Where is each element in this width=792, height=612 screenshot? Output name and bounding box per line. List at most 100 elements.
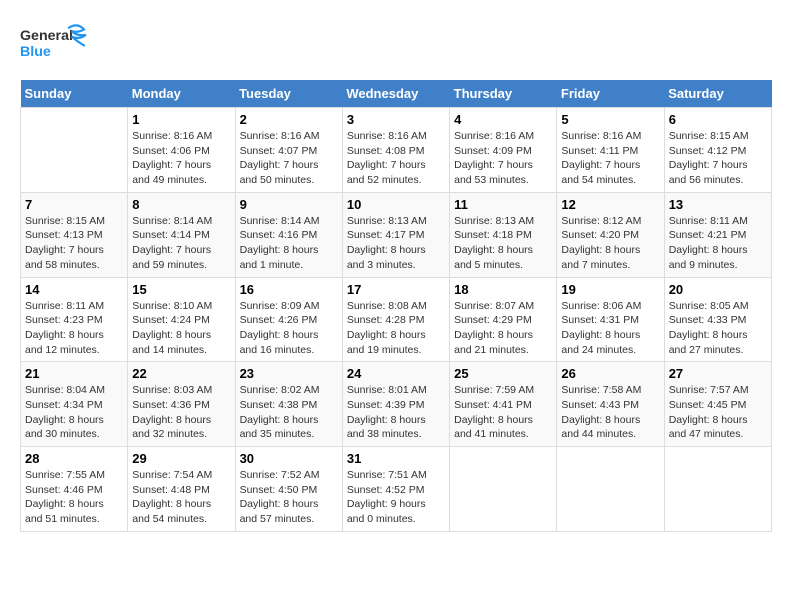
- calendar-cell: 10 Sunrise: 8:13 AMSunset: 4:17 PMDayligh…: [342, 192, 449, 277]
- calendar-cell: 23Sunrise: 8:02 AMSunset: 4:38 PMDayligh…: [235, 362, 342, 447]
- week-row-3: 14 Sunrise: 8:11 AMSunset: 4:23 PMDayligh…: [21, 277, 772, 362]
- day-number: 31: [347, 451, 445, 466]
- day-info: Sunrise: 8:13 AMSunset: 4:18 PMDaylight:…: [454, 214, 552, 273]
- day-info: Sunrise: 8:14 AMSunset: 4:14 PMDaylight:…: [132, 214, 230, 273]
- calendar-header: SundayMondayTuesdayWednesdayThursdayFrid…: [21, 80, 772, 108]
- day-number: 4: [454, 112, 552, 127]
- calendar-cell: 30 Sunrise: 7:52 AMSunset: 4:50 PMDayligh…: [235, 447, 342, 532]
- day-info: Sunrise: 8:06 AMSunset: 4:31 PMDaylight:…: [561, 299, 659, 358]
- day-number: 23: [240, 366, 338, 381]
- day-number: 15: [132, 282, 230, 297]
- calendar-cell: 4Sunrise: 8:16 AMSunset: 4:09 PMDaylight…: [450, 108, 557, 193]
- day-info: Sunrise: 7:57 AMSunset: 4:45 PMDaylight:…: [669, 383, 767, 442]
- day-info: Sunrise: 8:11 AMSunset: 4:23 PMDaylight:…: [25, 299, 123, 358]
- day-info: Sunrise: 8:13 AMSunset: 4:17 PMDaylight:…: [347, 214, 445, 273]
- column-header-sunday: Sunday: [21, 80, 128, 108]
- calendar-table: SundayMondayTuesdayWednesdayThursdayFrid…: [20, 80, 772, 532]
- day-info: Sunrise: 8:10 AMSunset: 4:24 PMDaylight:…: [132, 299, 230, 358]
- calendar-cell: 21 Sunrise: 8:04 AMSunset: 4:34 PMDayligh…: [21, 362, 128, 447]
- day-number: 16: [240, 282, 338, 297]
- week-row-5: 28 Sunrise: 7:55 AMSunset: 4:46 PMDayligh…: [21, 447, 772, 532]
- calendar-cell: 5 Sunrise: 8:16 AMSunset: 4:11 PMDaylight…: [557, 108, 664, 193]
- day-info: Sunrise: 8:04 AMSunset: 4:34 PMDaylight:…: [25, 383, 123, 442]
- day-number: 3: [347, 112, 445, 127]
- column-header-friday: Friday: [557, 80, 664, 108]
- calendar-cell: [450, 447, 557, 532]
- day-number: 17: [347, 282, 445, 297]
- calendar-cell: 25 Sunrise: 7:59 AMSunset: 4:41 PMDayligh…: [450, 362, 557, 447]
- day-info: Sunrise: 8:15 AMSunset: 4:13 PMDaylight:…: [25, 214, 123, 273]
- calendar-cell: 6Sunrise: 8:15 AMSunset: 4:12 PMDaylight…: [664, 108, 771, 193]
- svg-text:Blue: Blue: [20, 44, 51, 60]
- day-number: 9: [240, 197, 338, 212]
- calendar-cell: 17 Sunrise: 8:08 AMSunset: 4:28 PMDayligh…: [342, 277, 449, 362]
- calendar-cell: 15 Sunrise: 8:10 AMSunset: 4:24 PMDayligh…: [128, 277, 235, 362]
- week-row-2: 7 Sunrise: 8:15 AMSunset: 4:13 PMDaylight…: [21, 192, 772, 277]
- day-number: 25: [454, 366, 552, 381]
- logo: General Blue: [20, 20, 100, 70]
- day-number: 7: [25, 197, 123, 212]
- calendar-cell: 18Sunrise: 8:07 AMSunset: 4:29 PMDayligh…: [450, 277, 557, 362]
- calendar-cell: 28 Sunrise: 7:55 AMSunset: 4:46 PMDayligh…: [21, 447, 128, 532]
- day-info: Sunrise: 7:59 AMSunset: 4:41 PMDaylight:…: [454, 383, 552, 442]
- day-number: 2: [240, 112, 338, 127]
- calendar-body: 1Sunrise: 8:16 AMSunset: 4:06 PMDaylight…: [21, 108, 772, 532]
- calendar-cell: 26Sunrise: 7:58 AMSunset: 4:43 PMDayligh…: [557, 362, 664, 447]
- calendar-cell: [21, 108, 128, 193]
- day-number: 28: [25, 451, 123, 466]
- calendar-cell: 16 Sunrise: 8:09 AMSunset: 4:26 PMDayligh…: [235, 277, 342, 362]
- day-number: 19: [561, 282, 659, 297]
- calendar-cell: 2 Sunrise: 8:16 AMSunset: 4:07 PMDaylight…: [235, 108, 342, 193]
- day-number: 30: [240, 451, 338, 466]
- calendar-cell: 19 Sunrise: 8:06 AMSunset: 4:31 PMDayligh…: [557, 277, 664, 362]
- calendar-cell: 24 Sunrise: 8:01 AMSunset: 4:39 PMDayligh…: [342, 362, 449, 447]
- calendar-cell: [557, 447, 664, 532]
- column-header-monday: Monday: [128, 80, 235, 108]
- day-number: 12: [561, 197, 659, 212]
- calendar-cell: 27Sunrise: 7:57 AMSunset: 4:45 PMDayligh…: [664, 362, 771, 447]
- day-number: 22: [132, 366, 230, 381]
- calendar-cell: 11 Sunrise: 8:13 AMSunset: 4:18 PMDayligh…: [450, 192, 557, 277]
- day-number: 21: [25, 366, 123, 381]
- day-number: 11: [454, 197, 552, 212]
- day-info: Sunrise: 8:12 AMSunset: 4:20 PMDaylight:…: [561, 214, 659, 273]
- day-info: Sunrise: 8:08 AMSunset: 4:28 PMDaylight:…: [347, 299, 445, 358]
- calendar-cell: 20 Sunrise: 8:05 AMSunset: 4:33 PMDayligh…: [664, 277, 771, 362]
- calendar-cell: [664, 447, 771, 532]
- week-row-1: 1Sunrise: 8:16 AMSunset: 4:06 PMDaylight…: [21, 108, 772, 193]
- day-info: Sunrise: 8:16 AMSunset: 4:07 PMDaylight:…: [240, 129, 338, 188]
- day-number: 29: [132, 451, 230, 466]
- calendar-cell: 22Sunrise: 8:03 AMSunset: 4:36 PMDayligh…: [128, 362, 235, 447]
- day-info: Sunrise: 8:11 AMSunset: 4:21 PMDaylight:…: [669, 214, 767, 273]
- week-row-4: 21 Sunrise: 8:04 AMSunset: 4:34 PMDayligh…: [21, 362, 772, 447]
- day-info: Sunrise: 8:15 AMSunset: 4:12 PMDaylight:…: [669, 129, 767, 188]
- day-number: 24: [347, 366, 445, 381]
- day-number: 10: [347, 197, 445, 212]
- day-number: 14: [25, 282, 123, 297]
- day-info: Sunrise: 7:52 AMSunset: 4:50 PMDaylight:…: [240, 468, 338, 527]
- day-info: Sunrise: 8:14 AMSunset: 4:16 PMDaylight:…: [240, 214, 338, 273]
- day-info: Sunrise: 8:01 AMSunset: 4:39 PMDaylight:…: [347, 383, 445, 442]
- day-number: 5: [561, 112, 659, 127]
- calendar-cell: 13Sunrise: 8:11 AMSunset: 4:21 PMDayligh…: [664, 192, 771, 277]
- calendar-cell: 7 Sunrise: 8:15 AMSunset: 4:13 PMDaylight…: [21, 192, 128, 277]
- day-info: Sunrise: 8:07 AMSunset: 4:29 PMDaylight:…: [454, 299, 552, 358]
- day-info: Sunrise: 7:58 AMSunset: 4:43 PMDaylight:…: [561, 383, 659, 442]
- column-header-tuesday: Tuesday: [235, 80, 342, 108]
- day-info: Sunrise: 8:05 AMSunset: 4:33 PMDaylight:…: [669, 299, 767, 358]
- calendar-cell: 31Sunrise: 7:51 AMSunset: 4:52 PMDayligh…: [342, 447, 449, 532]
- svg-text:General: General: [20, 28, 73, 44]
- column-header-saturday: Saturday: [664, 80, 771, 108]
- calendar-cell: 8Sunrise: 8:14 AMSunset: 4:14 PMDaylight…: [128, 192, 235, 277]
- day-info: Sunrise: 8:16 AMSunset: 4:06 PMDaylight:…: [132, 129, 230, 188]
- day-number: 20: [669, 282, 767, 297]
- page-header: General Blue: [20, 20, 772, 70]
- calendar-cell: 14 Sunrise: 8:11 AMSunset: 4:23 PMDayligh…: [21, 277, 128, 362]
- calendar-cell: 3Sunrise: 8:16 AMSunset: 4:08 PMDaylight…: [342, 108, 449, 193]
- day-info: Sunrise: 7:55 AMSunset: 4:46 PMDaylight:…: [25, 468, 123, 527]
- calendar-cell: 1Sunrise: 8:16 AMSunset: 4:06 PMDaylight…: [128, 108, 235, 193]
- day-info: Sunrise: 8:09 AMSunset: 4:26 PMDaylight:…: [240, 299, 338, 358]
- calendar-cell: 12 Sunrise: 8:12 AMSunset: 4:20 PMDayligh…: [557, 192, 664, 277]
- column-header-wednesday: Wednesday: [342, 80, 449, 108]
- day-info: Sunrise: 8:16 AMSunset: 4:11 PMDaylight:…: [561, 129, 659, 188]
